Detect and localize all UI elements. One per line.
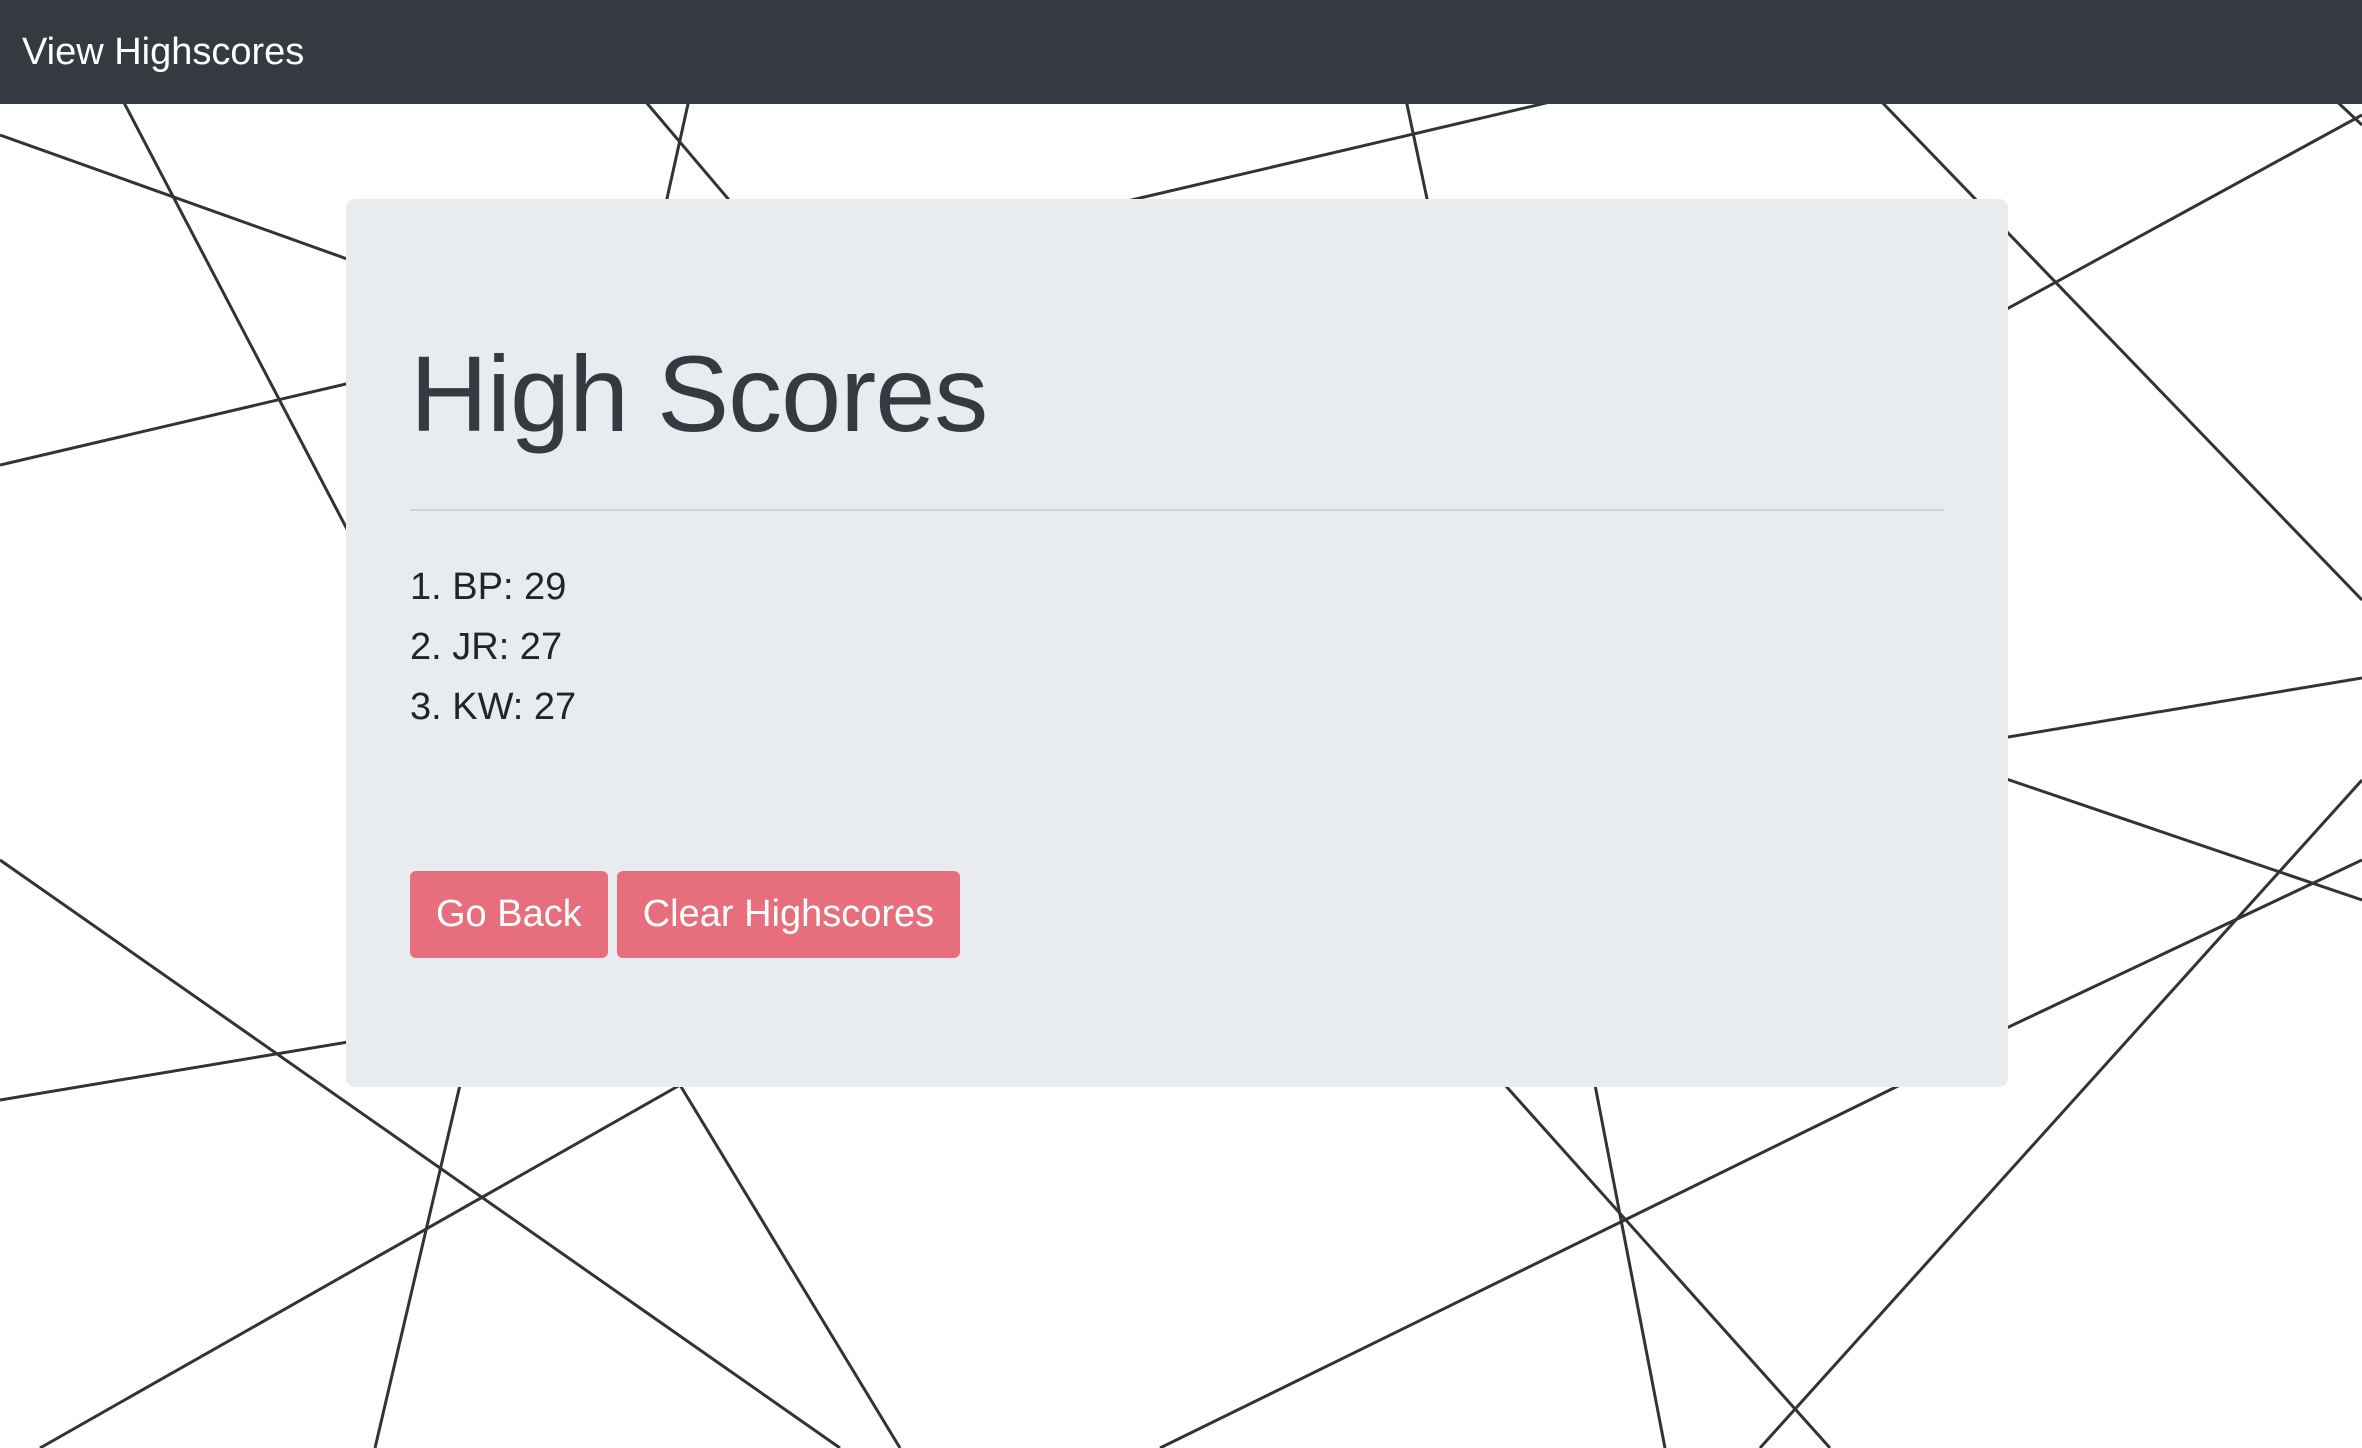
clear-highscores-button[interactable]: Clear Highscores: [616, 871, 961, 958]
score-list: 1. BP: 29 2. JR: 27 3. KW: 27: [410, 557, 576, 737]
button-row: Go Back Clear Highscores: [410, 871, 961, 958]
score-item: 2. JR: 27: [410, 626, 563, 668]
highscores-card: High Scores 1. BP: 29 2. JR: 27 3. KW: 2…: [346, 199, 2008, 1087]
go-back-button[interactable]: Go Back: [410, 871, 608, 958]
view-highscores-link[interactable]: View Highscores: [22, 31, 304, 74]
score-item: 1. BP: 29: [410, 566, 567, 608]
score-item: 3. KW: 27: [410, 686, 577, 728]
title-divider: [410, 509, 1944, 511]
page-title: High Scores: [410, 333, 988, 454]
top-navbar: View Highscores: [0, 0, 2362, 104]
